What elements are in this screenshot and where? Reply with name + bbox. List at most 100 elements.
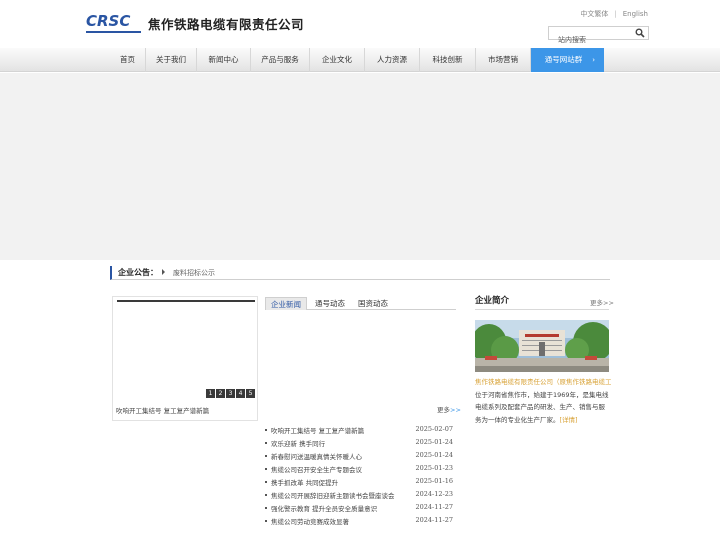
slider-caption[interactable]: 吹响开工集结号 复工复产谱新篇 xyxy=(116,405,209,415)
bullet-icon xyxy=(265,494,267,496)
news-title: 焦缆公司开展辞旧迎新主题读书会暨座谈会 xyxy=(271,492,395,500)
news-title: 焦缆公司劳动竞赛成效显著 xyxy=(271,518,349,526)
company-intro-body: 位于河南省焦作市，始建于1969年，是集电线电缆系列及配套产品的研发、生产、销售… xyxy=(475,390,609,424)
nav-label: 科技创新 xyxy=(432,55,463,64)
news-date: 2024-11-27 xyxy=(415,503,453,511)
list-item[interactable]: 焦缆公司劳动竞赛成效显著 2024-11-27 xyxy=(265,515,455,528)
triangle-right-icon xyxy=(162,269,165,275)
slider-dot[interactable]: 2 xyxy=(216,389,225,398)
nav-label: 关于我们 xyxy=(156,55,186,64)
tab-company-news[interactable]: 企业新闻 xyxy=(265,297,307,310)
nav-marketing[interactable]: 市场营销 xyxy=(476,48,531,72)
news-date: 2024-12-23 xyxy=(415,490,453,498)
nav-label: 通号网站群 xyxy=(544,55,583,64)
news-date: 2025-01-24 xyxy=(415,438,453,446)
news-title: 欢乐迎新 携手同行 xyxy=(271,440,326,448)
logo-underline xyxy=(86,31,141,33)
details-link[interactable]: [详情] xyxy=(560,416,578,424)
hero-banner xyxy=(0,73,720,260)
company-name: 焦作铁路电缆有限责任公司 xyxy=(148,17,305,32)
lang-traditional-chinese[interactable]: 中文繁体 xyxy=(580,10,608,18)
company-intro: 焦作铁路电缆有限责任公司（原焦作铁路电缆工厂） 位于河南省焦作市，始建于1969… xyxy=(475,376,611,426)
language-switcher: 中文繁体 | English xyxy=(580,9,648,19)
list-item[interactable]: 焦缆公司开展辞旧迎新主题读书会暨座谈会 2024-12-23 xyxy=(265,489,455,502)
news-date: 2024-11-27 xyxy=(415,516,453,524)
news-date: 2025-01-16 xyxy=(415,477,453,485)
more-label: 更多 xyxy=(437,406,450,414)
list-item[interactable]: 强化警示教育 提升全员安全质量意识 2024-11-27 xyxy=(265,502,455,515)
news-image-slider: 1 2 3 4 5 吹响开工集结号 复工复产谱新篇 xyxy=(112,296,258,421)
tab-label: 企业新闻 xyxy=(271,300,301,309)
profile-more-link[interactable]: 更多>> xyxy=(590,297,614,307)
slider-dot[interactable]: 1 xyxy=(206,389,215,398)
divider xyxy=(475,309,609,310)
list-item[interactable]: 携手抓改革 共同促提升 2025-01-16 xyxy=(265,476,455,489)
nav-crsc-sites[interactable]: 通号网站群 › xyxy=(531,48,604,72)
announcement-label: 企业公告： xyxy=(118,268,158,277)
nav-label: 人力资源 xyxy=(377,55,407,64)
nav-label: 市场营销 xyxy=(488,55,518,64)
news-tabs: 企业新闻 通号动态 国资动态 xyxy=(265,297,456,310)
nav-news[interactable]: 新闻中心 xyxy=(197,48,251,72)
nav-label: 首页 xyxy=(120,55,135,64)
bullet-icon xyxy=(265,507,267,509)
slider-dot[interactable]: 3 xyxy=(226,389,235,398)
profile-heading: 企业简介 xyxy=(475,296,510,306)
nav-home[interactable]: 首页 xyxy=(110,48,146,72)
nav-label: 新闻中心 xyxy=(208,55,239,64)
news-title: 携手抓改革 共同促提升 xyxy=(271,479,339,487)
news-date: 2025-02-07 xyxy=(415,425,453,433)
site-search xyxy=(548,26,649,46)
company-logo[interactable]: CRSC 焦作铁路电缆有限责任公司 xyxy=(86,14,304,33)
bullet-icon xyxy=(265,429,267,431)
news-title: 新春慰问送温暖真情关怀暖人心 xyxy=(271,453,362,461)
announcement-bar: 企业公告： 废料招标公示 xyxy=(110,266,610,280)
company-photo[interactable] xyxy=(475,320,609,372)
nav-label: 企业文化 xyxy=(322,55,352,64)
chevron-right-icon: › xyxy=(592,56,595,64)
nav-tech[interactable]: 科技创新 xyxy=(420,48,476,72)
logo-mark-text: CRSC xyxy=(86,12,131,30)
nav-hr[interactable]: 人力资源 xyxy=(365,48,420,72)
nav-products[interactable]: 产品与服务 xyxy=(251,48,310,72)
tab-label: 通号动态 xyxy=(315,299,345,308)
news-title: 强化警示教育 提升全员安全质量意识 xyxy=(271,505,378,513)
news-list: 吹响开工集结号 复工复产谱新篇 2025-02-07 欢乐迎新 携手同行 2025-… xyxy=(265,424,455,528)
lang-separator: | xyxy=(614,10,617,18)
tab-label: 国资动态 xyxy=(358,299,388,308)
announcement-link[interactable]: 废料招标公示 xyxy=(173,268,215,278)
nav-items: 首页 关于我们 新闻中心 产品与服务 企业文化 人力资源 科技创新 市场营销 通… xyxy=(110,48,604,72)
lang-english[interactable]: English xyxy=(623,10,648,18)
main-nav: 首页 关于我们 新闻中心 产品与服务 企业文化 人力资源 科技创新 市场营销 通… xyxy=(0,48,720,72)
nav-culture[interactable]: 企业文化 xyxy=(310,48,365,72)
bullet-icon xyxy=(265,442,267,444)
slider-image[interactable] xyxy=(117,302,255,399)
news-more-link[interactable]: 更多>> xyxy=(437,404,461,414)
slider-dot[interactable]: 5 xyxy=(246,389,255,398)
search-icon[interactable] xyxy=(635,28,645,38)
news-title: 焦缆公司召开安全生产专题会议 xyxy=(271,466,362,474)
bullet-icon xyxy=(265,481,267,483)
list-item[interactable]: 吹响开工集结号 复工复产谱新篇 2025-02-07 xyxy=(265,424,455,437)
slider-dot[interactable]: 4 xyxy=(236,389,245,398)
bullet-icon xyxy=(265,520,267,522)
list-item[interactable]: 新春慰问送温暖真情关怀暖人心 2025-01-24 xyxy=(265,450,455,463)
search-input[interactable] xyxy=(549,34,631,46)
tab-crsc-updates[interactable]: 通号动态 xyxy=(310,297,350,310)
news-date: 2025-01-23 xyxy=(415,464,453,472)
crsc-logo-mark: CRSC xyxy=(86,14,142,33)
nav-label: 产品与服务 xyxy=(261,55,299,64)
bullet-icon xyxy=(265,468,267,470)
company-building-photo xyxy=(475,320,609,372)
company-intro-name[interactable]: 焦作铁路电缆有限责任公司（原焦作铁路电缆工厂） xyxy=(475,376,611,389)
bullet-icon xyxy=(265,455,267,457)
list-item[interactable]: 欢乐迎新 携手同行 2025-01-24 xyxy=(265,437,455,450)
list-item[interactable]: 焦缆公司召开安全生产专题会议 2025-01-23 xyxy=(265,463,455,476)
news-title: 吹响开工集结号 复工复产谱新篇 xyxy=(271,427,365,435)
news-date: 2025-01-24 xyxy=(415,451,453,459)
nav-about[interactable]: 关于我们 xyxy=(146,48,197,72)
more-arrows: >> xyxy=(450,406,461,414)
tab-sasac-updates[interactable]: 国资动态 xyxy=(353,297,393,310)
site-header: CRSC 焦作铁路电缆有限责任公司 中文繁体 | English xyxy=(0,0,720,48)
slider-pagination: 1 2 3 4 5 xyxy=(205,389,255,398)
